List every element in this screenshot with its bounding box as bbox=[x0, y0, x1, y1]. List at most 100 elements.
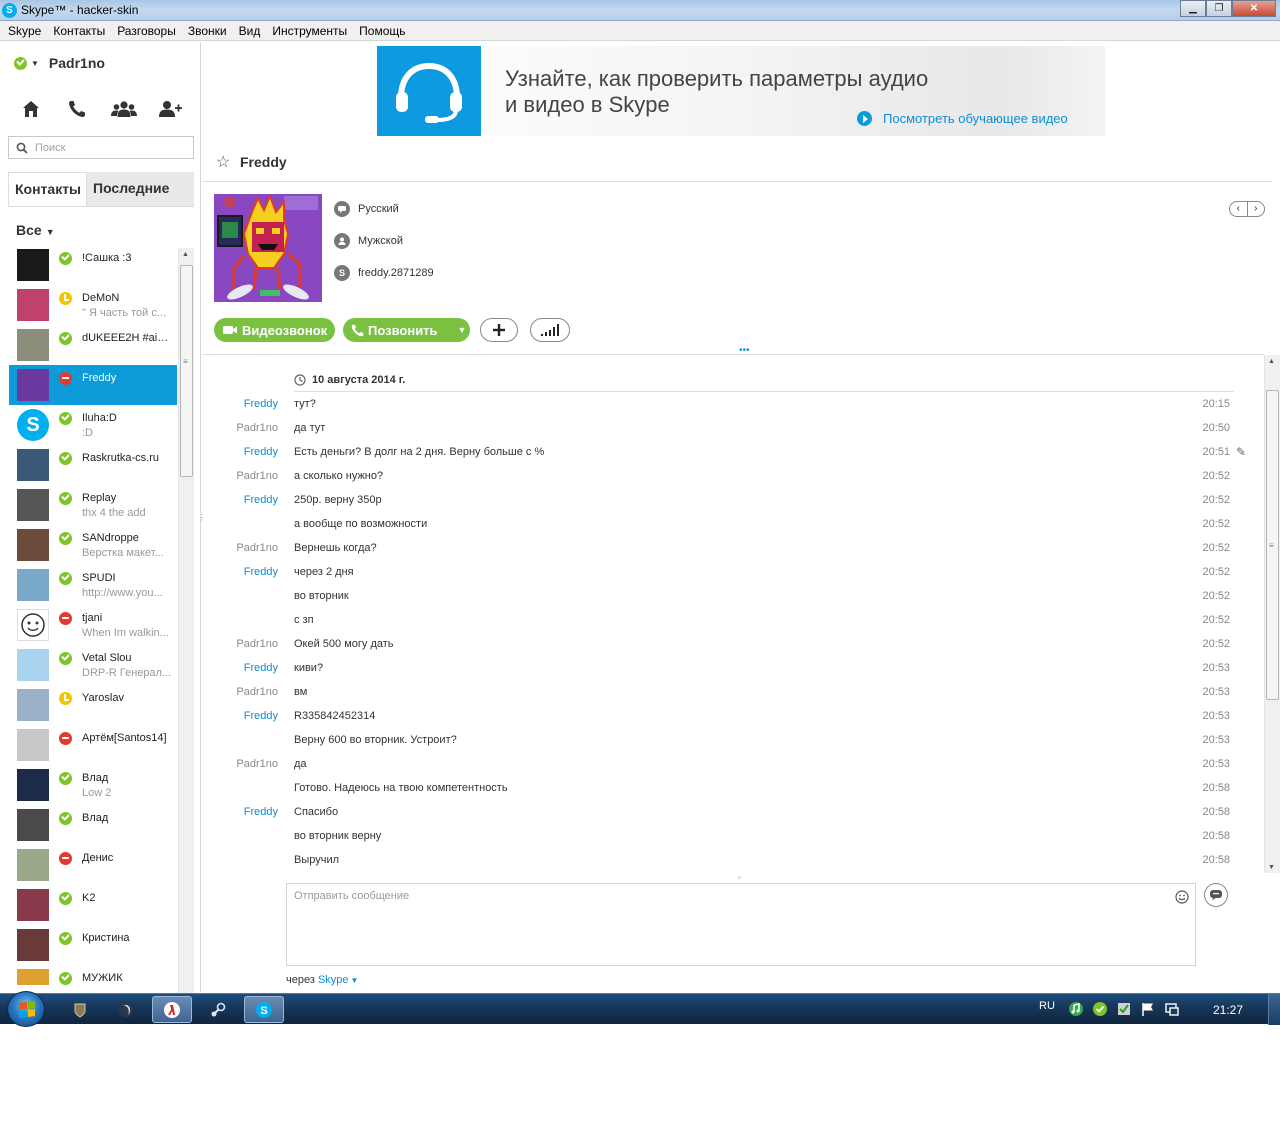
favorite-star-icon[interactable]: ☆ bbox=[216, 152, 230, 172]
taskbar-skype-icon[interactable]: S bbox=[244, 996, 284, 1023]
msg-scroll-down-icon[interactable]: ▼ bbox=[1268, 864, 1275, 871]
message-row[interactable]: во вторник 20:52 bbox=[202, 586, 1247, 610]
contact-item[interactable]: K2 bbox=[9, 885, 177, 925]
promo-banner[interactable]: Узнайте, как проверить параметры аудио и… bbox=[377, 46, 1105, 136]
pane-splitter-icon[interactable]: ⋮ bbox=[198, 514, 206, 528]
contact-item[interactable]: S Iluha:D:D bbox=[9, 405, 177, 445]
contact-avatar[interactable] bbox=[17, 489, 49, 521]
message-author[interactable]: Freddy bbox=[244, 662, 278, 674]
keyboard-language[interactable]: RU bbox=[1039, 1000, 1055, 1012]
compose-resize-handle[interactable]: ◦ bbox=[738, 873, 741, 882]
add-participant-button[interactable] bbox=[480, 318, 518, 342]
start-button[interactable] bbox=[7, 991, 45, 1027]
contact-avatar[interactable] bbox=[17, 529, 49, 561]
contact-filter[interactable]: Все ▼ bbox=[16, 222, 55, 238]
contact-item[interactable]: SANdroppe Верстка макет... bbox=[9, 525, 177, 565]
contact-item[interactable]: Влад Low 2 bbox=[9, 765, 177, 805]
video-call-label[interactable]: Видеозвонок bbox=[242, 323, 327, 338]
message-row[interactable]: Padr1no да 20:53 bbox=[202, 754, 1247, 778]
message-row[interactable]: Freddy Спасибо 20:58 bbox=[202, 802, 1247, 826]
message-author[interactable]: Padr1no bbox=[236, 638, 278, 650]
messages-scrollbar[interactable]: ▲ ≡ ▼ bbox=[1264, 355, 1280, 873]
msg-scroll-up-icon[interactable]: ▲ bbox=[1268, 358, 1275, 365]
contact-item[interactable]: Влад bbox=[9, 805, 177, 845]
call-label[interactable]: Позвонить bbox=[368, 323, 438, 338]
home-icon[interactable] bbox=[17, 96, 45, 122]
message-row[interactable]: Padr1no Окей 500 могу дать 20:52 bbox=[202, 634, 1247, 658]
message-author[interactable]: Padr1no bbox=[236, 542, 278, 554]
watch-video-link[interactable]: Посмотреть обучающее видео bbox=[857, 111, 1068, 126]
contact-avatar[interactable] bbox=[17, 289, 49, 321]
contact-item[interactable]: Кристина bbox=[9, 925, 177, 965]
watch-video-label[interactable]: Посмотреть обучающее видео bbox=[883, 111, 1068, 126]
message-row[interactable]: Padr1no Вернешь когда? 20:52 bbox=[202, 538, 1247, 562]
tray-network-icon[interactable] bbox=[1164, 1001, 1180, 1017]
contact-item[interactable]: dUKEEE2H #aim... bbox=[9, 325, 177, 365]
message-author[interactable]: Padr1no bbox=[236, 758, 278, 770]
phone-icon[interactable] bbox=[63, 96, 91, 122]
play-icon[interactable] bbox=[857, 111, 872, 126]
contacts-scrollbar[interactable]: ▲ ≡ ▼ bbox=[178, 248, 194, 1024]
search-box[interactable] bbox=[8, 136, 194, 159]
message-input[interactable] bbox=[294, 890, 1154, 960]
contact-avatar[interactable] bbox=[17, 809, 49, 841]
contact-item[interactable]: DeMoN " Я часть той с... bbox=[9, 285, 177, 325]
menu-skype[interactable]: Skype bbox=[2, 21, 47, 40]
message-row[interactable]: с зп 20:52 bbox=[202, 610, 1247, 634]
contact-avatar[interactable] bbox=[17, 729, 49, 761]
contact-item[interactable]: Денис bbox=[9, 845, 177, 885]
msg-scroll-thumb[interactable]: ≡ bbox=[1266, 390, 1279, 700]
emoticon-icon[interactable] bbox=[1175, 890, 1189, 907]
message-author[interactable]: Freddy bbox=[244, 446, 278, 458]
show-desktop-button[interactable] bbox=[1268, 994, 1280, 1025]
tray-music-icon[interactable] bbox=[1068, 1001, 1084, 1017]
contact-avatar[interactable] bbox=[17, 569, 49, 601]
taskbar-steam-icon[interactable] bbox=[198, 996, 238, 1023]
contact-avatar[interactable] bbox=[17, 849, 49, 881]
message-author[interactable]: Freddy bbox=[244, 806, 278, 818]
scroll-up-icon[interactable]: ▲ bbox=[182, 251, 189, 258]
contact-avatar[interactable] bbox=[17, 329, 49, 361]
call-dropdown-icon[interactable]: ▼ bbox=[458, 325, 467, 335]
taskbar-world-of-tanks-icon[interactable] bbox=[60, 996, 100, 1023]
contact-avatar[interactable]: S bbox=[17, 409, 49, 441]
message-row[interactable]: Freddy через 2 дня 20:52 bbox=[202, 562, 1247, 586]
filter-label[interactable]: Все bbox=[16, 222, 42, 238]
contact-avatar[interactable] bbox=[17, 969, 49, 985]
message-row[interactable]: Padr1no вм 20:53 bbox=[202, 682, 1247, 706]
group-icon[interactable] bbox=[110, 96, 138, 122]
tab-recent[interactable]: Последние bbox=[87, 172, 194, 207]
tray-security-icon[interactable] bbox=[1116, 1001, 1132, 1017]
contact-item[interactable]: tjani When Im walkin... bbox=[9, 605, 177, 645]
contact-item[interactable]: Freddy bbox=[9, 365, 177, 405]
contact-avatar[interactable] bbox=[17, 609, 49, 641]
scroll-thumb[interactable]: ≡ bbox=[180, 265, 193, 477]
message-row[interactable]: Padr1no а сколько нужно? 20:52 bbox=[202, 466, 1247, 490]
contact-item[interactable]: SPUDI http://www.you... bbox=[9, 565, 177, 605]
message-row[interactable]: Готово. Надеюсь на твою компетентность 20… bbox=[202, 778, 1247, 802]
message-row[interactable]: а вообще по возможности 20:52 bbox=[202, 514, 1247, 538]
call-button[interactable]: Позвонить ▼ bbox=[343, 318, 470, 342]
profile-name[interactable]: Padr1no bbox=[49, 55, 105, 71]
contact-item[interactable]: !Сашка :3 bbox=[9, 245, 177, 285]
contact-item[interactable]: Vetal Slou DRP-R Генерал... bbox=[9, 645, 177, 685]
contact-item[interactable]: Replay thx 4 the add bbox=[9, 485, 177, 525]
message-row[interactable]: Freddy Есть деньги? В долг на 2 дня. Верн… bbox=[202, 442, 1247, 466]
message-author[interactable]: Freddy bbox=[244, 494, 278, 506]
menu-tools[interactable]: Инструменты bbox=[266, 21, 353, 40]
via-skype-link[interactable]: Skype bbox=[318, 974, 349, 986]
contact-avatar[interactable] bbox=[17, 929, 49, 961]
menu-view[interactable]: Вид bbox=[233, 21, 267, 40]
tray-flag-icon[interactable] bbox=[1140, 1001, 1156, 1017]
send-message-button[interactable] bbox=[1204, 883, 1228, 907]
tray-skype-status-icon[interactable] bbox=[1092, 1001, 1108, 1017]
contact-avatar[interactable] bbox=[17, 449, 49, 481]
contact-item[interactable]: МУЖИК bbox=[9, 965, 177, 985]
taskbar-dota-icon[interactable] bbox=[106, 996, 146, 1023]
message-author[interactable]: Freddy bbox=[244, 566, 278, 578]
message-row[interactable]: Padr1no да тут 20:50 bbox=[202, 418, 1247, 442]
contact-item[interactable]: Raskrutka-cs.ru bbox=[9, 445, 177, 485]
online-status-icon[interactable] bbox=[14, 56, 27, 70]
status-dropdown-icon[interactable]: ▼ bbox=[31, 59, 39, 68]
add-contact-icon[interactable] bbox=[156, 96, 184, 122]
